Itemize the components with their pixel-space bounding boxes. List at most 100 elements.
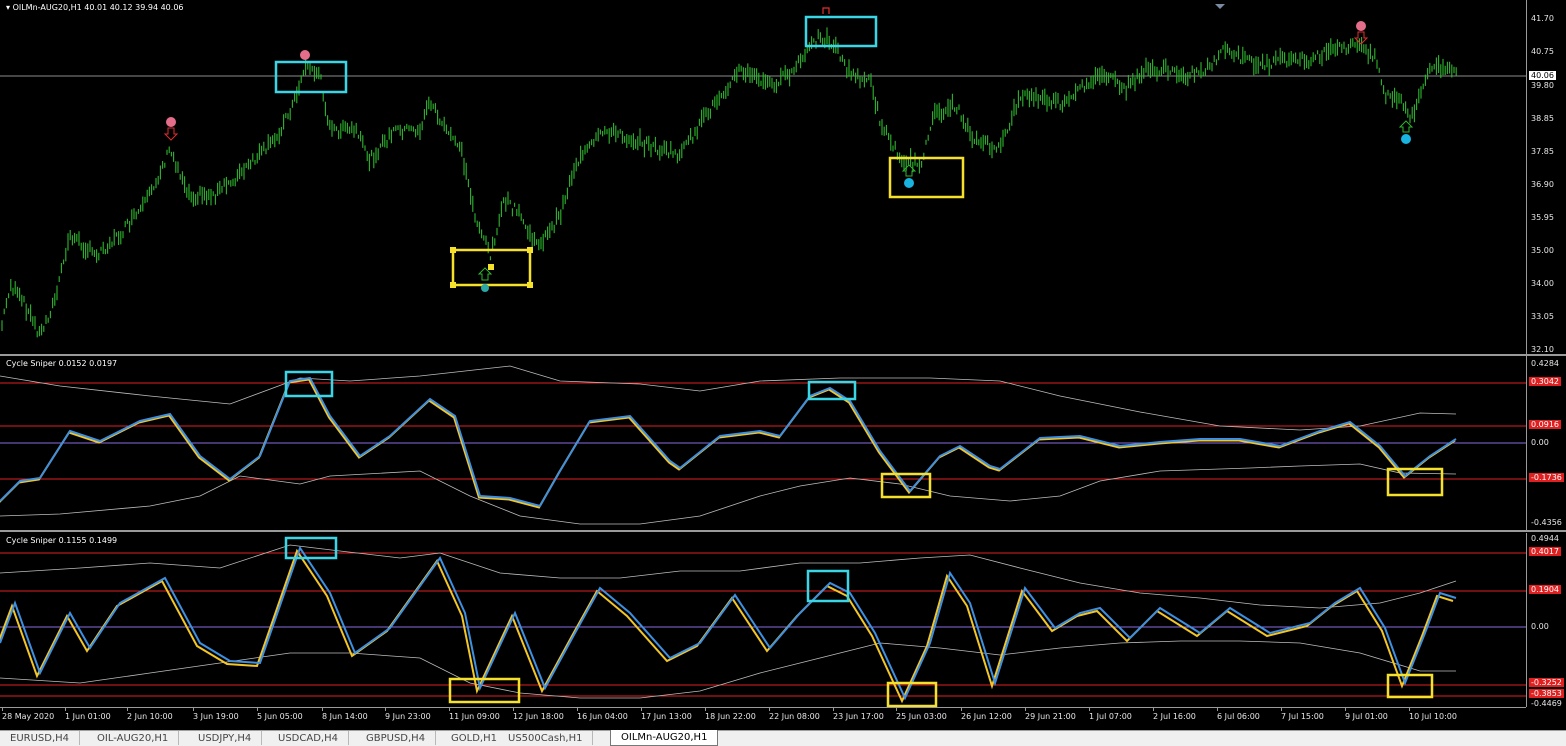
buy-signal-dot — [904, 178, 914, 188]
indicator2-tick: -0.4469 — [1531, 699, 1562, 708]
sell-signal-dot — [166, 117, 176, 127]
time-tick-mark — [577, 708, 578, 711]
shift-marker-icon — [1215, 4, 1225, 9]
current-price-badge: 40.06 — [1529, 71, 1556, 80]
time-tick-mark — [896, 708, 897, 711]
time-tick: 1 Jul 07:00 — [1089, 712, 1132, 721]
indicator2-pane[interactable]: Cycle Sniper 0.1155 0.1499 — [0, 533, 1526, 707]
chart-tab[interactable]: OIL-AUG20,H1 — [87, 731, 180, 745]
time-tick: 11 Jun 09:00 — [449, 712, 500, 721]
buy-signal-dot — [481, 284, 489, 292]
time-tick-mark — [769, 708, 770, 711]
price-chart-pane[interactable]: ▾ OILMn-AUG20,H1 40.01 40.12 39.94 40.06 — [0, 0, 1526, 354]
level-badge: -0.1736 — [1529, 473, 1564, 482]
time-tick: 6 Jul 06:00 — [1217, 712, 1260, 721]
time-tick: 16 Jun 04:00 — [577, 712, 628, 721]
price-tick: 35.95 — [1531, 213, 1554, 222]
sell-signal-dot — [1356, 21, 1366, 31]
indicator2-title: Cycle Sniper 0.1155 0.1499 — [6, 536, 118, 545]
chart-tab[interactable]: EURUSD,H4 — [0, 731, 81, 745]
yellow-highlight-box — [888, 156, 965, 199]
time-tick: 22 Jun 08:00 — [769, 712, 820, 721]
level-badge: 0.4017 — [1529, 547, 1561, 556]
time-tick-mark — [322, 708, 323, 711]
time-tick: 2 Jun 10:00 — [127, 712, 173, 721]
down-arrow-icon — [163, 127, 179, 141]
chart-tab[interactable]: USDCAD,H4 — [268, 731, 349, 745]
time-axis[interactable]: 28 May 2020 1 Jun 01:00 2 Jun 10:00 3 Jun 1… — [0, 707, 1526, 730]
chart-tab[interactable]: GBPUSD,H4 — [356, 731, 437, 745]
time-tick: 7 Jul 15:00 — [1281, 712, 1324, 721]
upper-envelope-line — [0, 365, 1457, 431]
lower-envelope-line — [0, 640, 1456, 699]
time-tick: 5 Jun 05:00 — [257, 712, 303, 721]
price-tick: 39.80 — [1531, 81, 1554, 90]
price-tick: 37.85 — [1531, 147, 1554, 156]
price-tick: 41.70 — [1531, 14, 1554, 23]
time-tick-mark — [193, 708, 194, 711]
price-tick: 32.10 — [1531, 345, 1554, 354]
sell-signal-dot — [300, 50, 310, 60]
price-chart-canvas[interactable] — [0, 0, 1526, 354]
time-tick-mark — [513, 708, 514, 711]
time-tick: 29 Jun 21:00 — [1025, 712, 1076, 721]
time-tick-mark — [385, 708, 386, 711]
time-tick: 25 Jun 03:00 — [896, 712, 947, 721]
level-badge: -0.3853 — [1529, 689, 1564, 698]
yellow-highlight-box — [1386, 673, 1434, 699]
time-tick-mark — [1281, 708, 1282, 711]
indicator2-tick: 0.4944 — [1531, 534, 1559, 543]
time-tick: 26 Jun 12:00 — [961, 712, 1012, 721]
collapse-triangle-icon[interactable]: ▾ — [6, 3, 10, 12]
indicator2-canvas[interactable] — [0, 533, 1526, 707]
time-tick: 18 Jun 22:00 — [705, 712, 756, 721]
time-tick: 9 Jul 01:00 — [1345, 712, 1388, 721]
indicator2-axis[interactable]: 0.4944 0.4017 0.1904 0.00 -0.3252 -0.385… — [1526, 533, 1566, 708]
box-handle — [527, 282, 533, 288]
time-tick: 2 Jul 16:00 — [1153, 712, 1196, 721]
time-tick: 17 Jun 13:00 — [641, 712, 692, 721]
time-tick-mark — [1217, 708, 1218, 711]
time-tick-mark — [705, 708, 706, 711]
box-handle — [527, 247, 533, 253]
cyan-highlight-box — [284, 536, 338, 560]
price-tick: 36.90 — [1531, 180, 1554, 189]
indicator1-tick: -0.4356 — [1531, 518, 1562, 527]
oscillator-signal-line — [0, 548, 1454, 704]
price-tick: 33.05 — [1531, 312, 1554, 321]
price-tick: 40.75 — [1531, 47, 1554, 56]
oscillator-main-line — [0, 545, 1457, 701]
price-tick: 38.85 — [1531, 114, 1554, 123]
pane-separator[interactable] — [0, 530, 1566, 532]
time-tick-mark — [1025, 708, 1026, 711]
level-badge: 0.1904 — [1529, 585, 1561, 594]
time-tick: 28 May 2020 — [2, 712, 55, 721]
box-handle — [450, 247, 456, 253]
indicator1-pane[interactable]: Cycle Sniper 0.0152 0.0197 — [0, 356, 1526, 530]
level-badge: 0.0916 — [1529, 420, 1561, 429]
down-arrow-icon — [822, 7, 830, 14]
cyan-highlight-box — [274, 60, 348, 94]
indicator1-title: Cycle Sniper 0.0152 0.0197 — [6, 359, 118, 368]
time-tick-mark — [2, 708, 3, 711]
indicator1-tick: 0.4284 — [1531, 359, 1559, 368]
time-tick-mark — [961, 708, 962, 711]
time-tick: 10 Jul 10:00 — [1409, 712, 1457, 721]
chart-tab[interactable]: US500Cash,H1 — [498, 731, 594, 745]
price-tick: 34.00 — [1531, 279, 1554, 288]
time-tick: 12 Jun 18:00 — [513, 712, 564, 721]
time-tick-mark — [1153, 708, 1154, 711]
box-handle — [488, 264, 494, 270]
time-tick-mark — [1345, 708, 1346, 711]
buy-signal-dot — [1401, 134, 1411, 144]
indicator1-canvas[interactable] — [0, 356, 1526, 530]
indicator1-axis[interactable]: 0.4284 0.3042 0.0916 0.00 -0.1736 -0.435… — [1526, 356, 1566, 530]
chart-tab[interactable]: USDJPY,H4 — [188, 731, 263, 745]
time-tick-mark — [641, 708, 642, 711]
level-badge: 0.3042 — [1529, 377, 1561, 386]
time-tick: 8 Jun 14:00 — [322, 712, 368, 721]
price-axis[interactable]: 41.70 40.75 40.06 39.80 38.85 37.85 36.9… — [1526, 0, 1566, 354]
time-tick-mark — [65, 708, 66, 711]
chart-tab[interactable]: OILMn-AUG20,H1 — [610, 730, 719, 746]
time-tick: 9 Jun 23:00 — [385, 712, 431, 721]
